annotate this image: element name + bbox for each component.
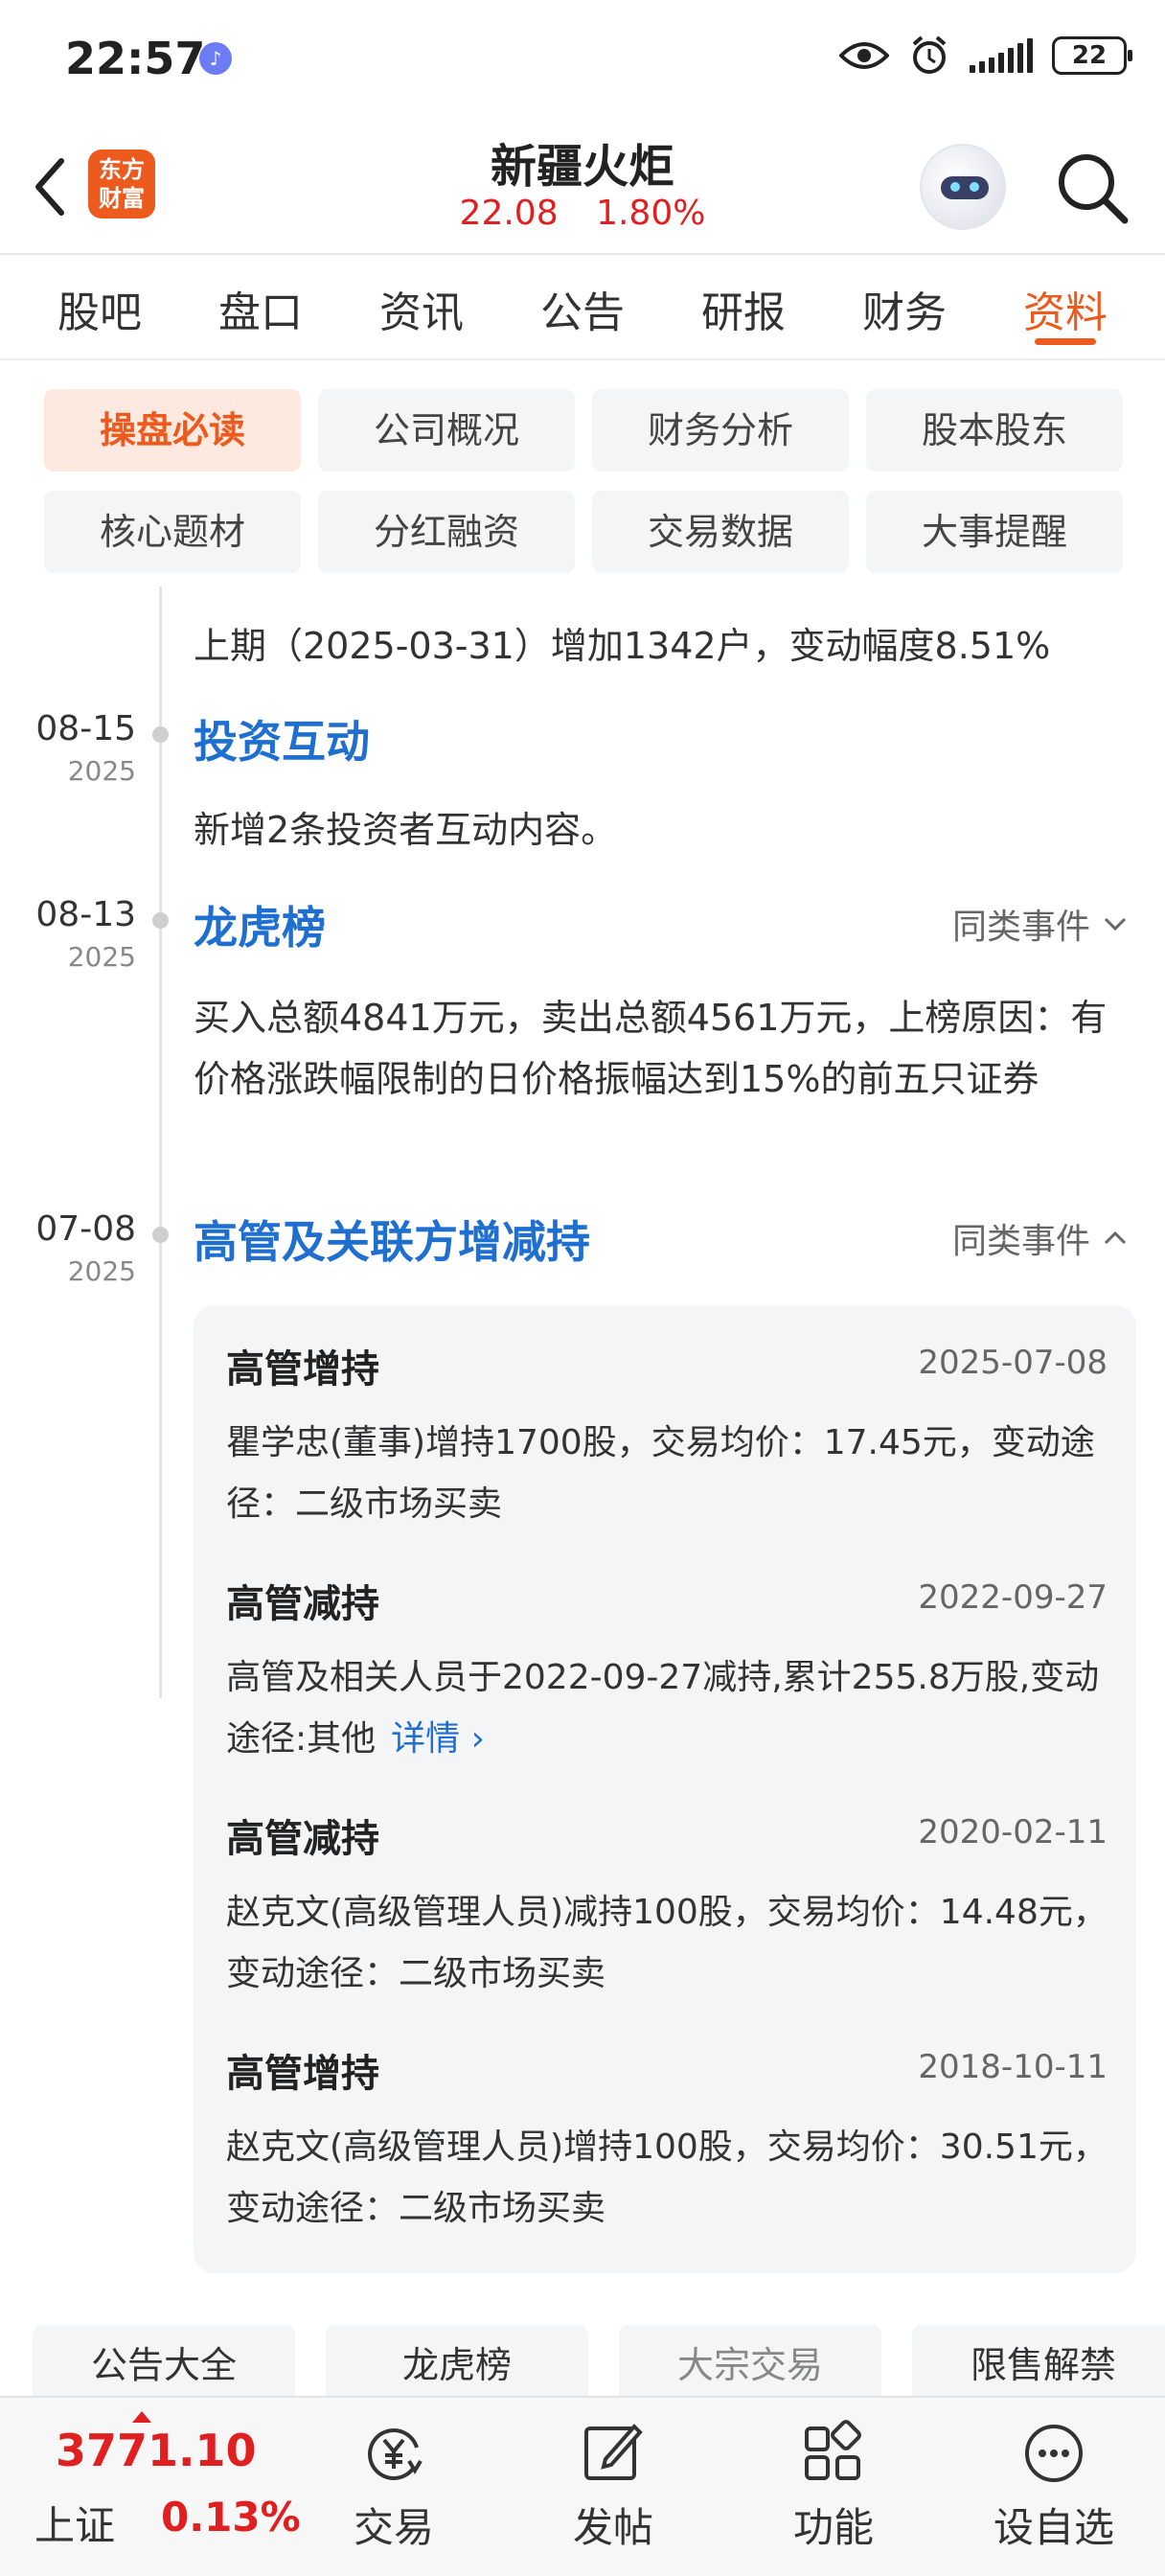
change-date: 2020-02-11	[918, 1813, 1108, 1852]
subtab-major-events[interactable]: 大事提醒	[866, 491, 1123, 573]
event-title[interactable]: 投资互动	[194, 707, 370, 770]
change-date: 2018-10-11	[918, 2048, 1108, 2086]
index-name[interactable]: 上证	[34, 2494, 115, 2552]
status-bar: 22:57 ♪ 22	[0, 0, 1165, 115]
change-body: 高管及相关人员于2022-09-27减持,累计255.8万股,变动途径:其他	[226, 1658, 1100, 1759]
event-year: 2025	[67, 941, 136, 973]
holding-change-card: 高管增持 2025-07-08 瞿学忠(董事)增持1700股，交易均价：17.4…	[194, 1305, 1136, 2273]
event-year: 2025	[67, 755, 136, 787]
chevron-down-icon	[1104, 917, 1127, 932]
event-date: 08-15	[35, 709, 136, 748]
tab-zixun[interactable]: 资讯	[379, 255, 464, 358]
subtab-trading-data[interactable]: 交易数据	[592, 491, 849, 573]
music-icon: ♪	[199, 42, 232, 75]
battery-icon: 22	[1052, 36, 1132, 75]
subtab-financial-analysis[interactable]: 财务分析	[592, 389, 849, 472]
nav-trade[interactable]: 交易	[322, 2419, 466, 2554]
ai-assistant-icon[interactable]	[920, 144, 1006, 230]
nav-post[interactable]: 发帖	[541, 2419, 685, 2554]
timeline-dot	[152, 912, 169, 929]
change-body-wrap: 高管及相关人员于2022-09-27减持,累计255.8万股,变动途径:其他 详情…	[226, 1647, 1108, 1770]
index-change[interactable]: 0.13%	[161, 2494, 301, 2541]
tab-caiwu[interactable]: 财务	[862, 255, 947, 358]
alarm-icon	[912, 35, 947, 74]
subtab-core-themes[interactable]: 核心题材	[44, 491, 301, 573]
sub-tab-grid: 操盘必读 公司概况 财务分析 股本股东 核心题材 分红融资 交易数据 大事提醒	[44, 389, 1127, 573]
shortcut-lockup-expiry[interactable]: 限售解禁	[912, 2325, 1165, 2396]
tab-guba[interactable]: 股吧	[57, 255, 142, 358]
chevron-up-icon	[1104, 1230, 1127, 1245]
change-body: 赵克文(高级管理人员)增持100股，交易均价：30.51元，变动途径：二级市场买…	[226, 2128, 1108, 2228]
similar-events-label: 同类事件	[951, 908, 1090, 947]
subtab-company-overview[interactable]: 公司概况	[318, 389, 575, 472]
event-date: 07-08	[35, 1209, 136, 1249]
tab-ziliao[interactable]: 资料	[1023, 255, 1108, 358]
holding-change-item: 高管增持 2018-10-11 赵克文(高级管理人员)增持100股，交易均价：3…	[226, 2042, 1108, 2240]
event-date: 08-13	[35, 895, 136, 934]
event-timeline: 上期（2025-03-31）增加1342户，变动幅度8.51% 08-15 20…	[0, 586, 1165, 2302]
tab-yanbao[interactable]: 研报	[701, 255, 786, 358]
apps-grid-icon	[805, 2420, 861, 2480]
nav-label: 功能	[792, 2504, 874, 2551]
similar-events-toggle[interactable]: 同类事件	[952, 899, 1131, 949]
tab-pankou[interactable]: 盘口	[218, 255, 303, 358]
holding-change-item: 高管减持 2020-02-11 赵克文(高级管理人员)减持100股，交易均价：1…	[226, 1807, 1108, 2005]
nav-label: 发帖	[572, 2504, 653, 2551]
trade-yuan-icon	[368, 2428, 423, 2480]
holding-change-item: 高管增持 2025-07-08 瞿学忠(董事)增持1700股，交易均价：17.4…	[226, 1338, 1108, 1535]
eye-icon	[839, 42, 889, 69]
main-tab-bar: 股吧 盘口 资讯 公告 研报 财务 资料	[0, 255, 1165, 360]
event-title[interactable]: 龙虎榜	[194, 893, 326, 956]
tab-gonggao[interactable]: 公告	[540, 255, 625, 358]
shortcut-announcements[interactable]: 公告大全	[33, 2325, 295, 2396]
similar-events-toggle[interactable]: 同类事件	[952, 1213, 1131, 1263]
change-date: 2025-07-08	[918, 1344, 1108, 1382]
more-dots-icon	[1025, 2425, 1083, 2482]
subtab-shareholders[interactable]: 股本股东	[866, 389, 1123, 472]
event-body: 买入总额4841万元，卖出总额4561万元，上榜原因：有价格涨跌幅限制的日价格振…	[194, 997, 1108, 1100]
signal-icon	[970, 38, 1033, 73]
change-date: 2022-09-27	[918, 1578, 1108, 1617]
shortcut-row: 公告大全 龙虎榜 大宗交易 限售解禁	[33, 2325, 1165, 2396]
change-body: 瞿学忠(董事)增持1700股，交易均价：17.45元，变动途径：二级市场买卖	[226, 1423, 1095, 1524]
stock-price: 22.08	[459, 194, 559, 233]
nav-label: 设自选	[993, 2504, 1114, 2551]
nav-functions[interactable]: 功能	[762, 2419, 905, 2554]
stock-header: 东方财富 新疆火炬 22.08 1.80%	[0, 115, 1165, 255]
index-value[interactable]: 3771.10	[56, 2411, 257, 2476]
shortcut-dragon-tiger[interactable]: 龙虎榜	[326, 2325, 588, 2396]
nav-add-watchlist[interactable]: 设自选	[982, 2419, 1126, 2554]
event-body: 新增2条投资者互动内容。	[194, 809, 618, 851]
details-link[interactable]: 详情 ›	[391, 1719, 485, 1759]
event-year: 2025	[67, 1255, 136, 1287]
prev-event-text: 上期（2025-03-31）增加1342户，变动幅度8.51%	[194, 625, 1051, 667]
timeline-dot	[152, 726, 169, 743]
edit-post-icon	[584, 2424, 643, 2480]
search-icon[interactable]	[1054, 150, 1131, 226]
subtab-dividend-financing[interactable]: 分红融资	[318, 491, 575, 573]
holding-change-item: 高管减持 2022-09-27 高管及相关人员于2022-09-27减持,累计2…	[226, 1573, 1108, 1770]
similar-events-label: 同类事件	[951, 1222, 1090, 1261]
event-title[interactable]: 高管及关联方增减持	[194, 1208, 590, 1271]
shortcut-block-trades[interactable]: 大宗交易	[619, 2325, 881, 2396]
timeline-line	[159, 586, 162, 1698]
status-time: 22:57	[65, 33, 206, 84]
subtab-caopan-bidu[interactable]: 操盘必读	[44, 389, 301, 472]
timeline-dot	[152, 1227, 169, 1243]
change-body: 赵克文(高级管理人员)减持100股，交易均价：14.48元，变动途径：二级市场买…	[226, 1893, 1108, 1993]
stock-change-pct: 1.80%	[596, 194, 706, 233]
bottom-nav-bar: 3771.10 上证 0.13% 交易 发帖 功能 设自选	[0, 2396, 1165, 2576]
status-icons: 22	[839, 34, 1132, 77]
nav-label: 交易	[353, 2504, 434, 2551]
